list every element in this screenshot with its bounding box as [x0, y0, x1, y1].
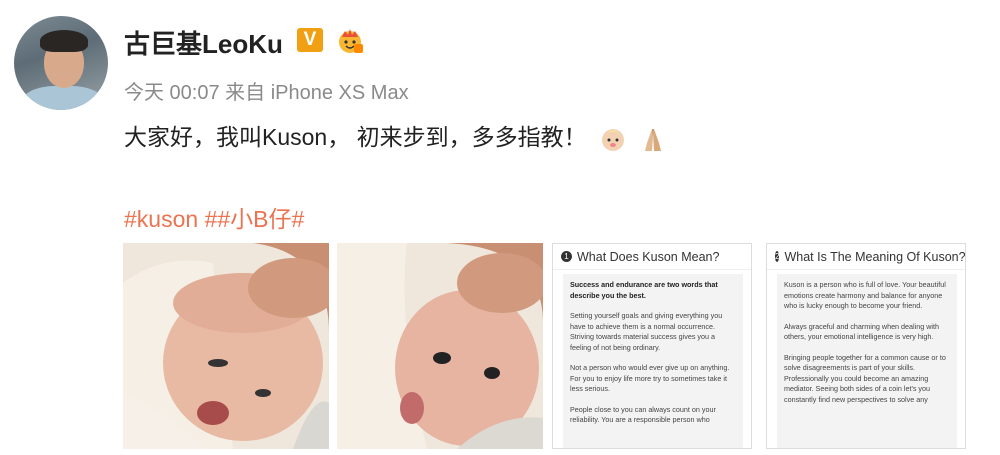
verified-badge-icon[interactable]: V — [297, 28, 323, 52]
folded-hands-emoji-icon — [645, 128, 662, 151]
card-paragraph: Not a person who would ever give up on a… — [570, 363, 730, 393]
card-title: What Is The Meaning Of Kuson? — [784, 249, 966, 264]
kuson-meaning-card-1[interactable]: 1 What Does Kuson Mean? Success and endu… — [552, 243, 752, 449]
hashtags: #kuson ##小B仔# — [124, 200, 304, 234]
card-header: 2 What Is The Meaning Of Kuson? — [767, 244, 965, 270]
card-paragraph: Success and endurance are two words that… — [570, 280, 718, 300]
card-paragraph: Setting yourself goals and giving everyt… — [570, 311, 723, 352]
avatar-hair — [40, 30, 88, 52]
avatar-shirt — [22, 86, 104, 110]
card-paragraph: Kuson is a person who is full of love. Y… — [784, 280, 946, 310]
photo-baby-2[interactable] — [337, 243, 543, 449]
post-timestamp[interactable]: 今天 00:07 — [124, 82, 220, 104]
baby-photo-1-image — [123, 243, 329, 449]
card-body: Kuson is a person who is full of love. Y… — [777, 274, 957, 448]
photo-baby-1[interactable] — [123, 243, 329, 449]
baby-photo-2-image — [337, 243, 543, 449]
crown-badge-icon[interactable] — [336, 26, 364, 54]
number-badge-icon: 2 — [775, 251, 780, 262]
post-text: 大家好，我叫Kuson， 初来步到，多多指教！ — [124, 124, 587, 150]
avatar[interactable] — [14, 16, 108, 110]
card-title: What Does Kuson Mean? — [577, 249, 720, 264]
post-source: 来自 iPhone XS Max — [225, 82, 409, 104]
author-name[interactable]: 古巨基LeoKu — [124, 24, 283, 61]
kuson-meaning-card-2[interactable]: 2 What Is The Meaning Of Kuson? Kuson is… — [766, 243, 966, 449]
post-meta: 今天 00:07 来自 iPhone XS Max — [124, 76, 409, 105]
hashtag-xiaobzai[interactable]: ##小B仔# — [205, 206, 305, 232]
card-header: 1 What Does Kuson Mean? — [553, 244, 751, 270]
card-paragraph: Bringing people together for a common ca… — [784, 352, 946, 404]
hashtag-kuson[interactable]: #kuson — [124, 206, 198, 232]
post-content: 大家好，我叫Kuson， 初来步到，多多指教！ — [124, 118, 667, 153]
card-body: Success and endurance are two words that… — [563, 274, 743, 448]
card-paragraph: Always graceful and charming when dealin… — [784, 321, 940, 342]
number-badge-icon: 1 — [561, 251, 572, 262]
card-paragraph: People close to you can always count on … — [570, 404, 716, 425]
baby-emoji-icon — [602, 128, 624, 151]
